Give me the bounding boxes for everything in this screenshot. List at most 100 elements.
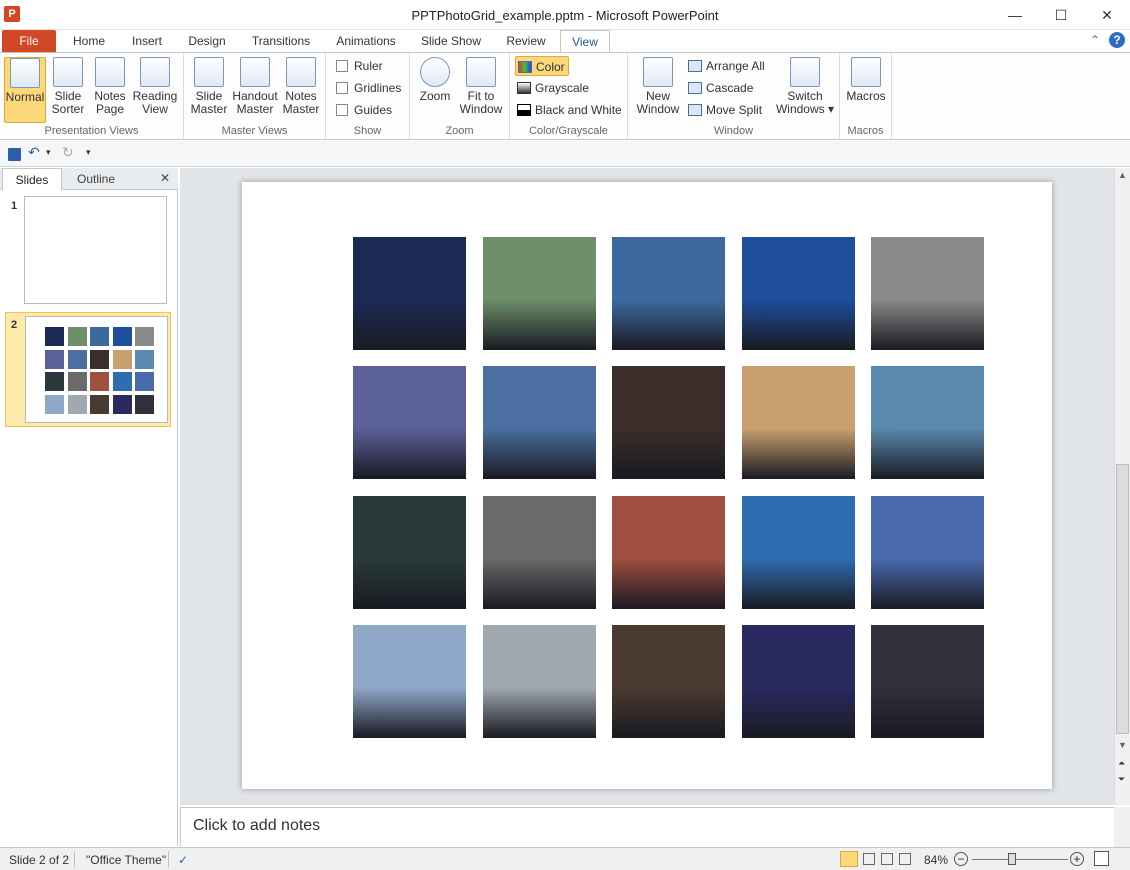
tab-outline[interactable]: Outline [64,168,128,190]
photo-r2-c2[interactable] [482,366,596,480]
thumb-photo [112,394,132,414]
slide-canvas[interactable] [242,182,1052,789]
checkbox-icon [336,104,348,116]
vertical-scrollbar[interactable]: ▲ ▼ ⏶ ⏷ [1114,168,1130,805]
photo-r3-c1[interactable] [353,495,466,609]
photo-r2-c1[interactable] [353,366,466,480]
thumb-photo [135,349,154,369]
tab-review[interactable]: Review [498,30,554,52]
photo-r3-c5[interactable] [871,495,984,609]
photo-r2-c4[interactable] [741,366,855,480]
arrange-all-button[interactable]: Arrange All [686,56,765,76]
spell-check-icon[interactable]: ✓ [178,851,188,869]
slides-pane: Slides Outline ✕ 1 2 [0,168,178,846]
slide-sorter-button[interactable]: Slide Sorter [48,57,88,123]
photo-r4-c2[interactable] [482,624,596,738]
photo-r3-c4[interactable] [741,495,855,609]
tab-insert[interactable]: Insert [120,30,174,52]
tab-transitions[interactable]: Transitions [244,30,318,52]
zoom-level[interactable]: 84% [924,851,948,869]
gridlines-checkbox[interactable]: Gridlines [334,78,401,98]
minimize-button[interactable]: — [992,0,1038,30]
fit-slide-icon[interactable] [1094,851,1109,866]
undo-icon[interactable]: ↶ [28,144,40,161]
new-window-button[interactable]: New Window [632,57,684,123]
zoom-button[interactable]: Zoom [416,57,454,123]
scroll-up-icon[interactable]: ▲ [1118,170,1127,180]
notes-master-button[interactable]: Notes Master [280,57,322,123]
photo-r3-c2[interactable] [482,495,596,609]
handout-master-button[interactable]: Handout Master [232,57,278,123]
checkbox-icon [336,60,348,72]
photo-r3-c3[interactable] [612,495,725,609]
photo-r4-c1[interactable] [353,624,466,738]
arrange-all-icon [688,60,702,72]
photo-r4-c4[interactable] [741,624,855,738]
slide-thumbnail-2-selected[interactable]: 2 [5,312,171,427]
photo-r4-c3[interactable] [612,624,725,738]
title-bar: P PPTPhotoGrid_example.pptm - Microsoft … [0,0,1130,30]
photo-r2-c5[interactable] [871,366,984,480]
fit-to-window-button[interactable]: Fit to Window [458,57,504,123]
tab-file[interactable]: File [2,30,56,52]
slide-master-button[interactable]: Slide Master [188,57,230,123]
notes-placeholder[interactable]: Click to add notes [193,817,320,835]
tab-slides[interactable]: Slides [2,168,62,190]
redo-icon[interactable]: ↻ [62,144,74,161]
cascade-button[interactable]: Cascade [686,78,753,98]
photo-r1-c1[interactable] [353,237,466,350]
zoom-slider-track[interactable] [972,859,1068,860]
group-window: New Window Arrange All Cascade Move Spli… [628,53,840,139]
macros-button[interactable]: Macros [844,57,888,123]
reading-view-status-icon[interactable] [881,853,893,865]
scroll-thumb[interactable] [1116,464,1129,734]
slide-show-status-icon[interactable] [899,853,911,865]
save-icon[interactable] [8,148,21,161]
photo-r1-c3[interactable] [612,237,725,350]
thumb-photo [112,327,132,346]
notes-scrollbar[interactable] [1114,807,1130,847]
collapse-ribbon-icon[interactable]: ⌃ [1090,33,1100,47]
close-pane-icon[interactable]: ✕ [160,171,170,185]
switch-windows-button[interactable]: Switch Windows ▾ [774,57,836,123]
close-button[interactable]: ✕ [1084,0,1130,30]
fit-to-window-icon [466,57,496,87]
tab-home[interactable]: Home [62,30,116,52]
guides-checkbox[interactable]: Guides [334,100,392,120]
photo-r4-c5[interactable] [871,624,984,738]
notes-page-button[interactable]: Notes Page [90,57,130,123]
next-slide-icon[interactable]: ⏷ [1118,774,1125,785]
tab-slide-show[interactable]: Slide Show [414,30,488,52]
black-and-white-button[interactable]: Black and White [515,100,622,120]
photo-r1-c4[interactable] [741,237,855,350]
slide-number: 1 [11,200,18,212]
grayscale-button[interactable]: Grayscale [515,78,589,98]
window-title: PPTPhotoGrid_example.pptm - Microsoft Po… [411,8,719,23]
photo-r2-c3[interactable] [612,366,725,480]
group-label: Master Views [221,125,288,137]
slide-thumbnail-1[interactable] [24,196,167,304]
normal-view-button[interactable]: Normal [4,57,46,123]
normal-view-status-icon[interactable] [840,851,858,867]
photo-r1-c2[interactable] [482,237,596,350]
customize-qat-icon[interactable]: ▾ [86,147,91,158]
grayscale-icon [517,82,531,94]
zoom-out-icon[interactable]: − [954,852,968,866]
tab-view[interactable]: View [560,30,610,53]
tab-design[interactable]: Design [178,30,236,52]
notes-pane[interactable]: Click to add notes [180,807,1114,847]
move-split-button[interactable]: Move Split [686,100,762,120]
photo-r1-c5[interactable] [871,237,984,350]
scroll-down-icon[interactable]: ▼ [1118,740,1127,750]
help-icon[interactable]: ? [1109,32,1125,48]
tab-animations[interactable]: Animations [328,30,404,52]
undo-dropdown-icon[interactable]: ▾ [46,147,51,158]
slide-sorter-status-icon[interactable] [863,853,875,865]
zoom-slider-thumb[interactable] [1008,853,1016,865]
previous-slide-icon[interactable]: ⏶ [1118,758,1125,769]
maximize-button[interactable]: ☐ [1038,0,1084,30]
zoom-in-icon[interactable]: + [1070,852,1084,866]
reading-view-button[interactable]: Reading View [132,57,178,123]
color-button[interactable]: Color [515,56,569,76]
ruler-checkbox[interactable]: Ruler [334,56,383,76]
